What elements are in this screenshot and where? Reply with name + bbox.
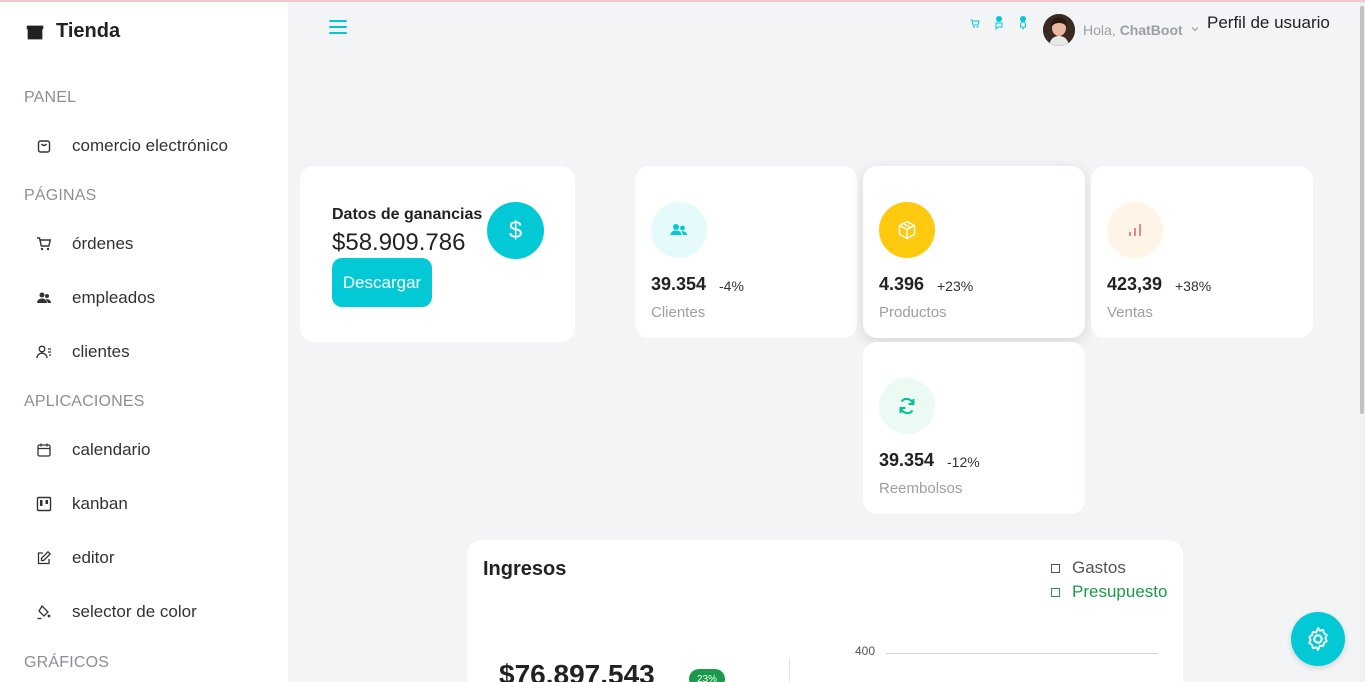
y-axis-tick: 400 [855, 644, 876, 658]
chevron-down-icon[interactable] [1190, 24, 1200, 34]
stat-label: Ventas [1107, 304, 1153, 321]
sidebar: Tienda PANEL comercio electrónico PÁGINA… [0, 0, 288, 682]
bar-chart-icon[interactable] [1107, 202, 1163, 258]
sidebar-item-label: órdenes [72, 234, 134, 253]
earnings-amount: $58.909.786 [332, 229, 466, 256]
cart-icon [24, 236, 64, 252]
calendar-icon [24, 442, 64, 458]
box-icon[interactable] [879, 202, 935, 258]
notification-nav-button[interactable] [1018, 16, 1028, 32]
bell-icon [1020, 16, 1026, 29]
page-scrollbar[interactable] [1359, 0, 1365, 682]
sidebar-item-orders[interactable]: órdenes [24, 224, 274, 264]
brand[interactable]: Tienda [24, 20, 120, 43]
stat-value: 423,39 [1107, 274, 1163, 294]
greeting-text: Hola, [1083, 22, 1116, 38]
avatar[interactable] [1043, 14, 1075, 46]
stat-value: 4.396 [879, 274, 925, 294]
sidebar-item-customers[interactable]: clientes [24, 332, 274, 372]
cart-nav-button[interactable] [970, 16, 980, 32]
earnings-card: Datos de ganancias $58.909.786 Descargar… [300, 166, 575, 342]
stat-card-refunds: 39.354 -12% Reembolsos [863, 342, 1085, 514]
section-title-charts: GRÁFICOS [24, 654, 110, 671]
legend-swatch [1051, 587, 1060, 597]
stat-label: Clientes [651, 304, 706, 321]
legend-label: Gastos [1072, 558, 1126, 577]
navbar-icons [970, 16, 1028, 32]
revenue-title: Ingresos [483, 558, 567, 580]
earnings-title: Datos de ganancias [332, 206, 483, 223]
menu-toggle-button[interactable] [329, 20, 347, 36]
sidebar-item-editor[interactable]: editor [24, 538, 274, 578]
stat-card-sales: 423,39 +38% Ventas [1091, 166, 1313, 338]
sidebar-item-color-picker[interactable]: selector de color [24, 592, 274, 632]
chat-icon [995, 16, 1003, 31]
edit-icon [24, 550, 64, 566]
sidebar-item-label: editor [72, 548, 115, 567]
stat-percent: +38% [1175, 278, 1212, 294]
stat-percent: -12% [947, 454, 980, 470]
divider [789, 658, 790, 682]
user-greeting[interactable]: Hola, ChatBoot [1083, 22, 1183, 38]
store-icon [26, 25, 44, 39]
revenue-percent-badge: 23% [689, 669, 725, 682]
sidebar-item-label: kanban [72, 494, 128, 513]
stat-card-products: 4.396 +23% Productos [863, 166, 1085, 338]
sidebar-item-label: selector de color [72, 602, 197, 621]
revenue-amount: $76.897.543 [499, 659, 655, 682]
menu-icon [329, 20, 347, 22]
revenue-card: Ingresos Gastos Presupuesto $76.897.543 … [467, 540, 1183, 682]
cart-icon [970, 19, 980, 28]
sidebar-item-label: empleados [72, 288, 156, 307]
section-title-apps: APLICACIONES [24, 393, 145, 410]
download-button[interactable]: Descargar [332, 258, 432, 307]
sidebar-item-label: comercio electrónico [72, 136, 228, 155]
kanban-icon [24, 496, 64, 512]
revenue-legend: Gastos Presupuesto [1051, 558, 1167, 606]
sidebar-item-label: clientes [72, 342, 130, 361]
stat-label: Reembolsos [879, 480, 963, 497]
sidebar-item-calendar[interactable]: calendario [24, 430, 274, 470]
sidebar-item-employees[interactable]: empleados [24, 278, 274, 318]
legend-item-expenses[interactable]: Gastos [1051, 558, 1167, 578]
brand-name: Tienda [56, 20, 121, 42]
users-icon[interactable] [651, 202, 707, 258]
legend-item-budget[interactable]: Presupuesto [1051, 582, 1167, 602]
stat-percent: -4% [719, 278, 744, 294]
stat-percent: +23% [937, 278, 974, 294]
customers-icon [24, 344, 64, 360]
legend-swatch [1051, 563, 1060, 573]
gear-icon [1308, 626, 1328, 652]
sidebar-item-ecommerce[interactable]: comercio electrónico [24, 126, 274, 166]
sidebar-item-kanban[interactable]: kanban [24, 484, 274, 524]
stat-value: 39.354 [651, 274, 707, 294]
chart-gridline [886, 653, 1158, 654]
scrollbar-thumb[interactable] [1360, 6, 1364, 414]
user-profile-link[interactable]: Perfil de usuario [1207, 13, 1330, 33]
settings-button[interactable] [1291, 612, 1345, 666]
refresh-icon[interactable] [879, 378, 935, 434]
employees-icon [24, 290, 64, 306]
top-accent-line [0, 0, 1365, 2]
stat-value: 39.354 [879, 450, 935, 470]
section-title-panel: PANEL [24, 89, 77, 106]
chat-nav-button[interactable] [994, 16, 1004, 32]
section-title-pages: PÁGINAS [24, 187, 97, 204]
sidebar-item-label: calendario [72, 440, 151, 459]
color-picker-icon [24, 604, 64, 620]
stat-label: Productos [879, 304, 947, 321]
legend-label: Presupuesto [1072, 582, 1168, 601]
shopping-bag-icon [24, 138, 64, 154]
user-name: ChatBoot [1119, 22, 1183, 38]
stat-card-customers: 39.354 -4% Clientes [635, 166, 857, 338]
dollar-icon[interactable]: $ [487, 202, 544, 259]
